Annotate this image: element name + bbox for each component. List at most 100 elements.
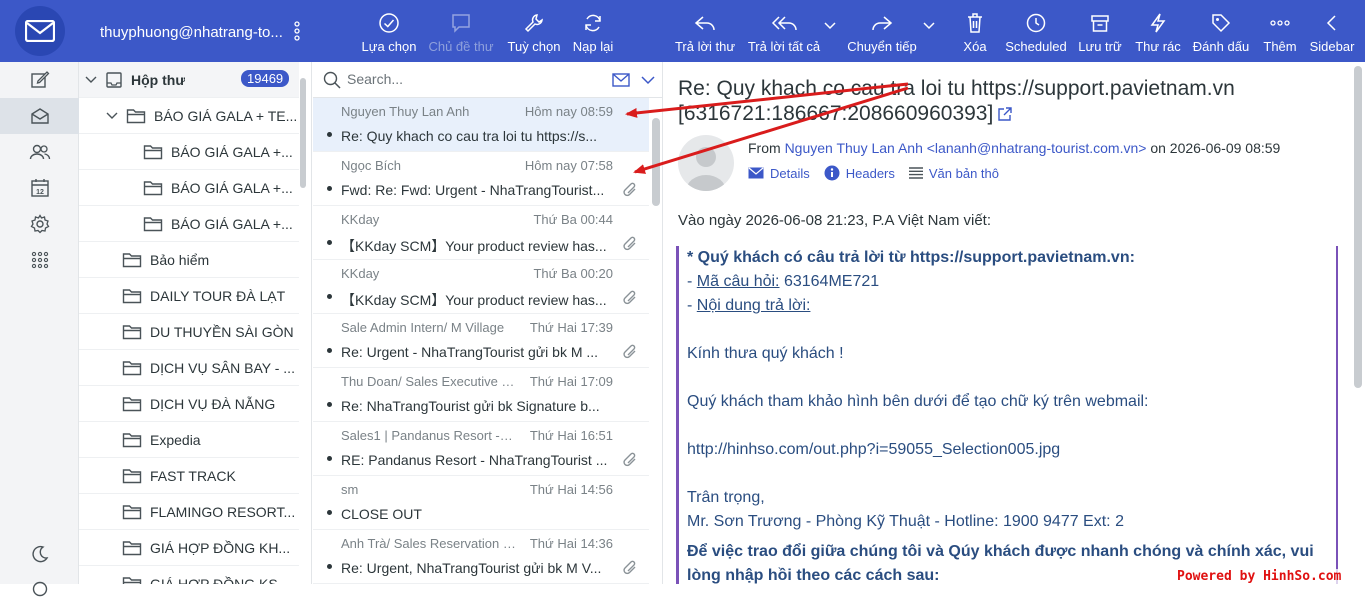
settings-gear-icon[interactable] [0, 206, 79, 242]
folder-inbox[interactable]: Hộp thư 19469 [79, 62, 299, 98]
compose-icon[interactable] [0, 62, 79, 98]
delete-button[interactable]: Xóa [960, 6, 990, 58]
folder-item[interactable]: BÁO GIÁ GALA +... [79, 206, 299, 242]
envelope-filter-icon[interactable] [612, 73, 630, 87]
folder-item[interactable]: GIÁ HỢP ĐỒNG KS... [79, 566, 299, 584]
folder-scrollbar[interactable] [300, 78, 306, 188]
forward-button[interactable]: Chuyển tiếp [845, 6, 919, 58]
sidebar-button[interactable]: Sidebar [1306, 6, 1358, 58]
message-date: Thứ Hai 17:39 [529, 320, 613, 335]
reply-button[interactable]: Trả lời thư [673, 6, 737, 58]
headers-label: Headers [845, 165, 895, 181]
chevron-down-icon[interactable] [85, 76, 97, 84]
check-circle-icon [378, 6, 400, 34]
folder-item[interactable]: FAST TRACK [79, 458, 299, 494]
message-row[interactable]: Ngọc Bích Hôm nay 07:58 Fwd: Re: Fwd: Urge… [313, 152, 649, 206]
message-subject: Fwd: Re: Fwd: Urgent - NhaTrangTourist..… [341, 182, 605, 198]
folder-item[interactable]: DU THUYỀN SÀI GÒN [79, 314, 299, 350]
message-row[interactable]: KKday Thứ Ba 00:20 【KKday SCM】Your product… [313, 260, 649, 314]
options-button[interactable]: Tuỳ chọn [505, 6, 563, 58]
folder-item[interactable]: DỊCH VỤ ĐÀ NẴNG [79, 386, 299, 422]
search-options-chevron-down-icon[interactable] [641, 76, 655, 85]
message-row[interactable]: sm Thứ Hai 14:56 CLOSE OUT [313, 476, 649, 530]
message-row[interactable]: Nguyen Thuy Lan Anh Hôm nay 08:59 Re: Quy … [313, 98, 649, 152]
folder-label: Expedia [150, 431, 201, 448]
quote-intro: Vào ngày 2026-06-08 21:23, P.A Việt Nam … [678, 212, 991, 229]
reply-icon [693, 6, 717, 34]
message-row[interactable]: KKday Thứ Ba 00:44 【KKday SCM】Your product… [313, 206, 649, 260]
reader-scrollbar[interactable] [1354, 66, 1362, 388]
folder-item[interactable]: DỊCH VỤ SÂN BAY - ... [79, 350, 299, 386]
message-list-scrollbar[interactable] [652, 118, 660, 206]
scheduled-button[interactable]: Scheduled [1003, 6, 1069, 58]
archive-label: Lưu trữ [1078, 39, 1122, 54]
folder-icon [143, 216, 163, 232]
unread-dot-icon[interactable] [327, 132, 332, 137]
folder-icon [143, 180, 163, 196]
headers-button[interactable]: Headers [824, 165, 895, 181]
sender-email-link[interactable]: <lananh@nhatrang-tourist.com.vn> [927, 140, 1147, 156]
clock-icon [1025, 6, 1047, 34]
contacts-icon[interactable] [0, 134, 79, 170]
folder-item[interactable]: GIÁ HỢP ĐỒNG KH... [79, 530, 299, 566]
account-menu-icon[interactable] [294, 20, 300, 42]
message-row[interactable]: Thu Doan/ Sales Executive (B... Thứ Hai 1… [313, 368, 649, 422]
details-button[interactable]: Details [748, 165, 810, 181]
unread-dot-icon[interactable] [327, 348, 332, 353]
reply-all-button[interactable]: Trả lời tất cả [747, 6, 821, 58]
closing-text-1: Để việc trao đổi giữa chúng tôi và Qúy k… [687, 543, 1314, 560]
junk-button[interactable]: Thư rác [1134, 6, 1182, 58]
folder-item[interactable]: Expedia [79, 422, 299, 458]
unread-dot-icon[interactable] [327, 564, 332, 569]
quoted-message: * Quý khách có câu trả lời từ https://su… [676, 246, 1338, 584]
message-row[interactable]: Anh Trà/ Sales Reservation Ex... Thứ Hai … [313, 530, 649, 584]
external-link-icon[interactable] [997, 106, 1013, 122]
app-logo[interactable] [0, 0, 80, 62]
apps-grid-icon[interactable] [0, 242, 79, 278]
folder-icon [122, 396, 142, 412]
unread-dot-icon[interactable] [327, 456, 332, 461]
image-link[interactable]: http://hinhso.com/out.php?i=59055_Select… [687, 438, 1336, 462]
folder-item[interactable]: DAILY TOUR ĐÀ LẠT [79, 278, 299, 314]
sender-name-link[interactable]: Nguyen Thuy Lan Anh [785, 140, 923, 156]
message-row[interactable]: Sale Admin Intern/ M Village Thứ Hai 17:3… [313, 314, 649, 368]
reply-all-chevron-down-icon[interactable] [824, 22, 836, 30]
unread-dot-icon[interactable] [327, 510, 332, 515]
message-header-actions: Details Headers Văn bản thô [748, 165, 1013, 181]
calendar-icon[interactable]: 12 [0, 170, 79, 206]
plain-text-button[interactable]: Văn bản thô [908, 165, 1000, 181]
plain-text-label: Văn bản thô [928, 165, 1000, 181]
power-icon[interactable] [0, 570, 79, 606]
search-input[interactable]: Search... [347, 71, 403, 87]
folder-item[interactable]: Bảo hiểm [79, 242, 299, 278]
folder-icon [126, 108, 146, 124]
message-subject: 【KKday SCM】Your product review has... [341, 292, 607, 308]
dark-mode-moon-icon[interactable] [0, 536, 79, 572]
folder-item[interactable]: BÁO GIÁ GALA +... [79, 170, 299, 206]
mark-button[interactable]: Đánh dấu [1191, 6, 1251, 58]
watermark: Powered by HinhSo.com [1175, 569, 1344, 584]
refresh-button[interactable]: Nạp lại [570, 6, 616, 58]
thread-button[interactable]: Chủ đề thư [427, 6, 495, 58]
unread-dot-icon[interactable] [327, 402, 332, 407]
archive-button[interactable]: Lưu trữ [1076, 6, 1124, 58]
forward-chevron-down-icon[interactable] [923, 22, 935, 30]
info-icon [824, 165, 846, 181]
message-subject-text: Re: Quy khach co cau tra loi tu https://… [678, 77, 1235, 125]
account-name[interactable]: thuyphuong@nhatrang-to... [100, 24, 283, 41]
select-button[interactable]: Lựa chọn [360, 6, 418, 58]
search-icon[interactable] [323, 71, 341, 89]
message-row[interactable]: Sales1 | Pandanus Resort - M... Thứ Hai 1… [313, 422, 649, 476]
mail-icon[interactable] [0, 98, 79, 134]
unread-dot-icon[interactable] [327, 186, 332, 191]
more-button[interactable]: Thêm [1261, 6, 1299, 58]
folder-item[interactable]: BÁO GIÁ GALA + TE... [79, 98, 299, 134]
chevron-down-icon[interactable] [106, 112, 118, 120]
unread-dot-icon[interactable] [327, 240, 332, 245]
folder-item[interactable]: BÁO GIÁ GALA +... [79, 134, 299, 170]
folder-label: GIÁ HỢP ĐỒNG KS... [150, 575, 290, 585]
unread-dot-icon[interactable] [327, 294, 332, 299]
folder-item[interactable]: FLAMINGO RESORT... [79, 494, 299, 530]
